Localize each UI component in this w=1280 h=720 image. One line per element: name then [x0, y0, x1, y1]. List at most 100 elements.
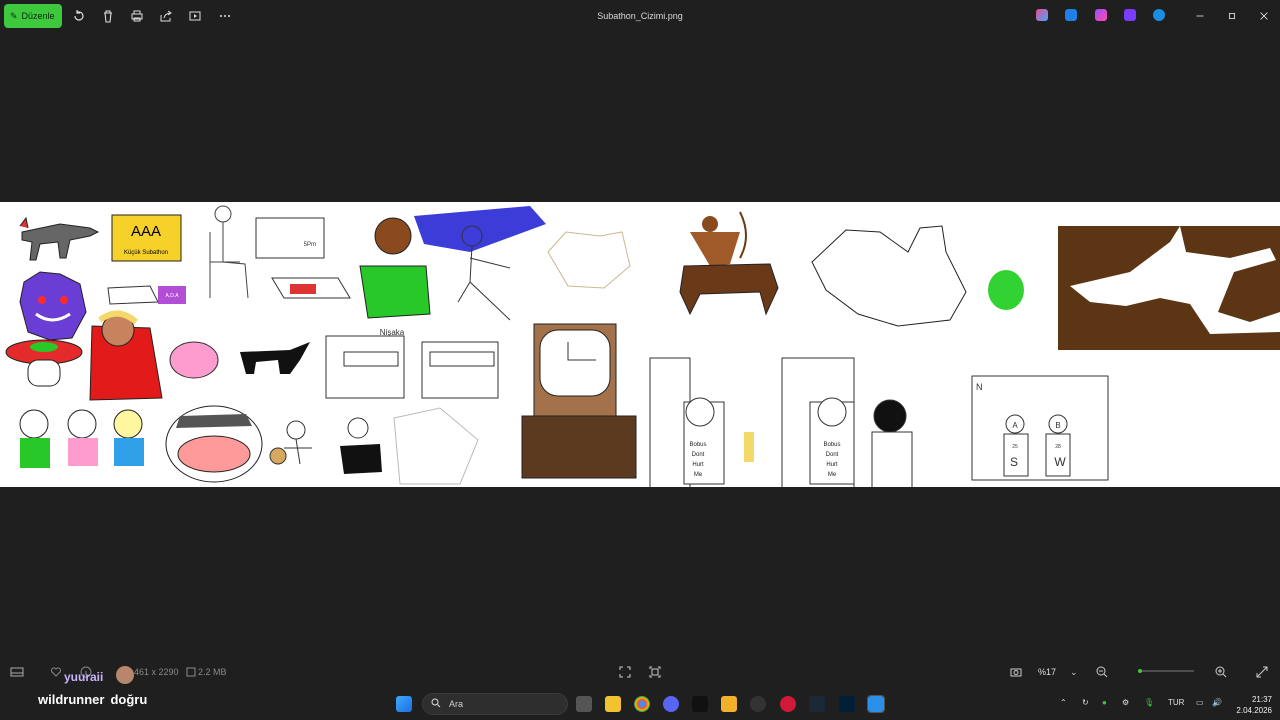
faint-sketch	[393, 407, 479, 485]
search-icon	[431, 698, 441, 710]
fit-to-window-icon[interactable]	[619, 665, 631, 679]
actual-size-icon[interactable]	[649, 665, 661, 679]
minimize-button[interactable]	[1192, 8, 1208, 24]
shirt-text-1a: Bobus	[689, 442, 706, 448]
search-placeholder: Ara	[449, 699, 464, 709]
tall-figures-drawing	[649, 357, 913, 487]
x-app-icon[interactable]	[692, 696, 708, 712]
clipchamp-icon[interactable]	[1095, 9, 1107, 21]
system-clock[interactable]: 21:37 2.04.2026	[1226, 694, 1272, 716]
shirt-text-1d: Me	[694, 472, 703, 478]
designer-icon[interactable]	[1065, 9, 1077, 21]
cat-face-sketch	[547, 231, 631, 289]
file-size: 2.2 MB	[198, 667, 227, 677]
task-view-icon[interactable]	[576, 696, 592, 712]
chat-message: wildrunner doğru	[38, 692, 147, 707]
shirt-text-2c: Hurt	[826, 462, 838, 468]
tray-sync-icon[interactable]: ↻	[1082, 698, 1089, 707]
blue-scribble	[414, 206, 546, 252]
pig-drawing	[169, 341, 219, 379]
share-icon[interactable]	[158, 8, 174, 24]
buildings-drawing	[325, 335, 499, 399]
file-explorer-icon[interactable]	[605, 696, 621, 712]
screenshot-icon[interactable]	[1010, 665, 1022, 679]
zoom-in-icon[interactable]	[1215, 665, 1227, 679]
video-editor-icon[interactable]	[1124, 9, 1136, 21]
app-icon-settings[interactable]	[750, 696, 766, 712]
steam-icon[interactable]	[809, 696, 825, 712]
black-suit	[340, 444, 382, 474]
frame-number-25: 25	[1012, 444, 1018, 450]
rockstar-icon[interactable]	[721, 696, 737, 712]
shirt-text-1b: Dont	[692, 452, 705, 458]
filmstrip-icon[interactable]	[10, 665, 24, 679]
frame-letter-w: W	[1054, 455, 1066, 469]
edit-icon: ✎	[10, 10, 18, 21]
zoom-slider[interactable]	[1124, 669, 1208, 673]
red-woman-drawing	[89, 310, 163, 401]
volume-icon[interactable]: 🔊	[1212, 698, 1222, 707]
chrome-icon[interactable]	[634, 696, 650, 712]
rotate-icon[interactable]	[71, 8, 87, 24]
discord-icon[interactable]	[663, 696, 679, 712]
taskbar-search[interactable]: Ara	[422, 693, 568, 715]
purple-box-text: A.D.A	[165, 293, 179, 299]
image-canvas[interactable]: AAA Küçük Subathon A.D.A 5Pm Nişaka Bobu…	[0, 202, 1280, 487]
zoom-dropdown-chevron-icon[interactable]: ⌄	[1070, 665, 1078, 679]
onedrive-icon[interactable]	[1153, 9, 1165, 21]
disk-icon	[186, 665, 196, 679]
favorite-icon[interactable]	[50, 665, 62, 679]
centaur-drawing	[679, 211, 779, 316]
shirt-text-1c: Hurt	[692, 462, 704, 468]
drawing-image: AAA Küçük Subathon A.D.A 5Pm Nişaka Bobu…	[5, 205, 1280, 487]
opera-gx-icon[interactable]	[780, 696, 796, 712]
green-man-drawing	[359, 217, 431, 319]
photos-app-icon[interactable]	[867, 695, 885, 713]
image-dimensions: 461 x 2290	[134, 667, 179, 677]
maximize-button[interactable]	[1224, 8, 1240, 24]
slideshow-icon[interactable]	[187, 8, 203, 24]
copilot-icon[interactable]	[1036, 9, 1048, 21]
clock-time: 21:37	[1251, 695, 1272, 704]
title-bar: ✎ Düzenle Subathon_Cizimi.png	[0, 0, 1280, 32]
clock-date: 2.04.2026	[1236, 706, 1272, 715]
tree-panel	[1058, 226, 1280, 350]
zoom-out-icon[interactable]	[1096, 665, 1108, 679]
delete-icon[interactable]	[100, 8, 116, 24]
more-icon[interactable]	[217, 8, 233, 24]
sitting-man-drawing	[209, 205, 249, 299]
tray-chevron-icon[interactable]: ⌃	[1060, 698, 1067, 707]
tray-mic-icon[interactable]: 🎙	[1144, 698, 1154, 707]
chat-username: wildrunner	[38, 692, 105, 707]
edit-button[interactable]: ✎ Düzenle	[4, 4, 62, 28]
frame-letter-b: B	[1055, 421, 1060, 430]
shirt-text-2d: Me	[828, 472, 837, 478]
shirt-text-2a: Bobus	[823, 442, 840, 448]
board-text: 5Pm	[304, 242, 316, 248]
frame-letter: N	[976, 382, 983, 392]
tray-status-icon[interactable]: ●	[1102, 698, 1107, 707]
frame-letter-a: A	[1012, 421, 1018, 430]
network-icon[interactable]: ▭	[1196, 698, 1204, 707]
building-label: Nişaka	[380, 328, 405, 337]
wolf-drawing	[19, 216, 100, 261]
zoom-level[interactable]: %17	[1038, 665, 1056, 679]
tray-steam-icon[interactable]: ⚙	[1122, 698, 1129, 707]
apple-drawing	[988, 270, 1024, 310]
photoshop-icon[interactable]	[839, 696, 855, 712]
shirt-text-2b: Dont	[826, 452, 839, 458]
fullscreen-icon[interactable]	[1256, 665, 1268, 679]
mushroom-drawing	[5, 339, 83, 387]
sign-aaa-text: AAA	[131, 223, 161, 240]
language-indicator[interactable]: TUR	[1168, 698, 1184, 707]
sign-aaa-subtext: Küçük Subathon	[124, 250, 168, 256]
frame-number-28: 28	[1055, 444, 1061, 450]
viewer-name: yuuraii	[64, 670, 104, 684]
chat-text: doğru	[110, 692, 148, 707]
print-icon[interactable]	[129, 8, 145, 24]
close-button[interactable]	[1256, 8, 1272, 24]
yellow-item	[744, 432, 754, 462]
board-drawing	[255, 217, 325, 259]
ghost-drawing	[19, 271, 87, 341]
start-windows-icon[interactable]	[396, 696, 412, 712]
